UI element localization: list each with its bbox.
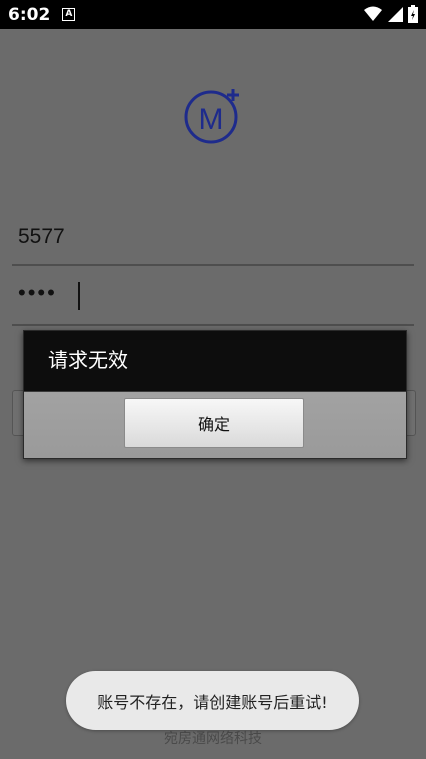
status-time: 6:02 <box>8 4 51 25</box>
password-field[interactable]: •••• <box>12 270 414 326</box>
username-field[interactable]: 5577 <box>12 212 414 266</box>
footer-company: 宛房通网络科技 <box>164 731 262 747</box>
logo-letter: M <box>199 103 224 136</box>
username-value: 5577 <box>18 225 65 248</box>
battery-icon <box>408 5 418 23</box>
dialog-title-bar: 请求无效 <box>24 331 406 392</box>
dialog-title: 请求无效 <box>48 348 128 372</box>
notification-a-icon: A <box>62 8 76 21</box>
alert-dialog: 请求无效 确定 <box>23 330 407 459</box>
confirm-button[interactable]: 确定 <box>124 398 304 448</box>
signal-icon <box>388 7 403 22</box>
wifi-icon <box>364 6 382 21</box>
status-bar: 6:02 A <box>0 0 426 29</box>
text-cursor <box>78 282 80 310</box>
toast-message: 账号不存在，请创建账号后重试! <box>66 671 359 730</box>
app-logo-icon: M <box>184 89 239 144</box>
password-value: •••• <box>18 280 57 305</box>
dialog-button-area: 确定 <box>24 392 406 458</box>
